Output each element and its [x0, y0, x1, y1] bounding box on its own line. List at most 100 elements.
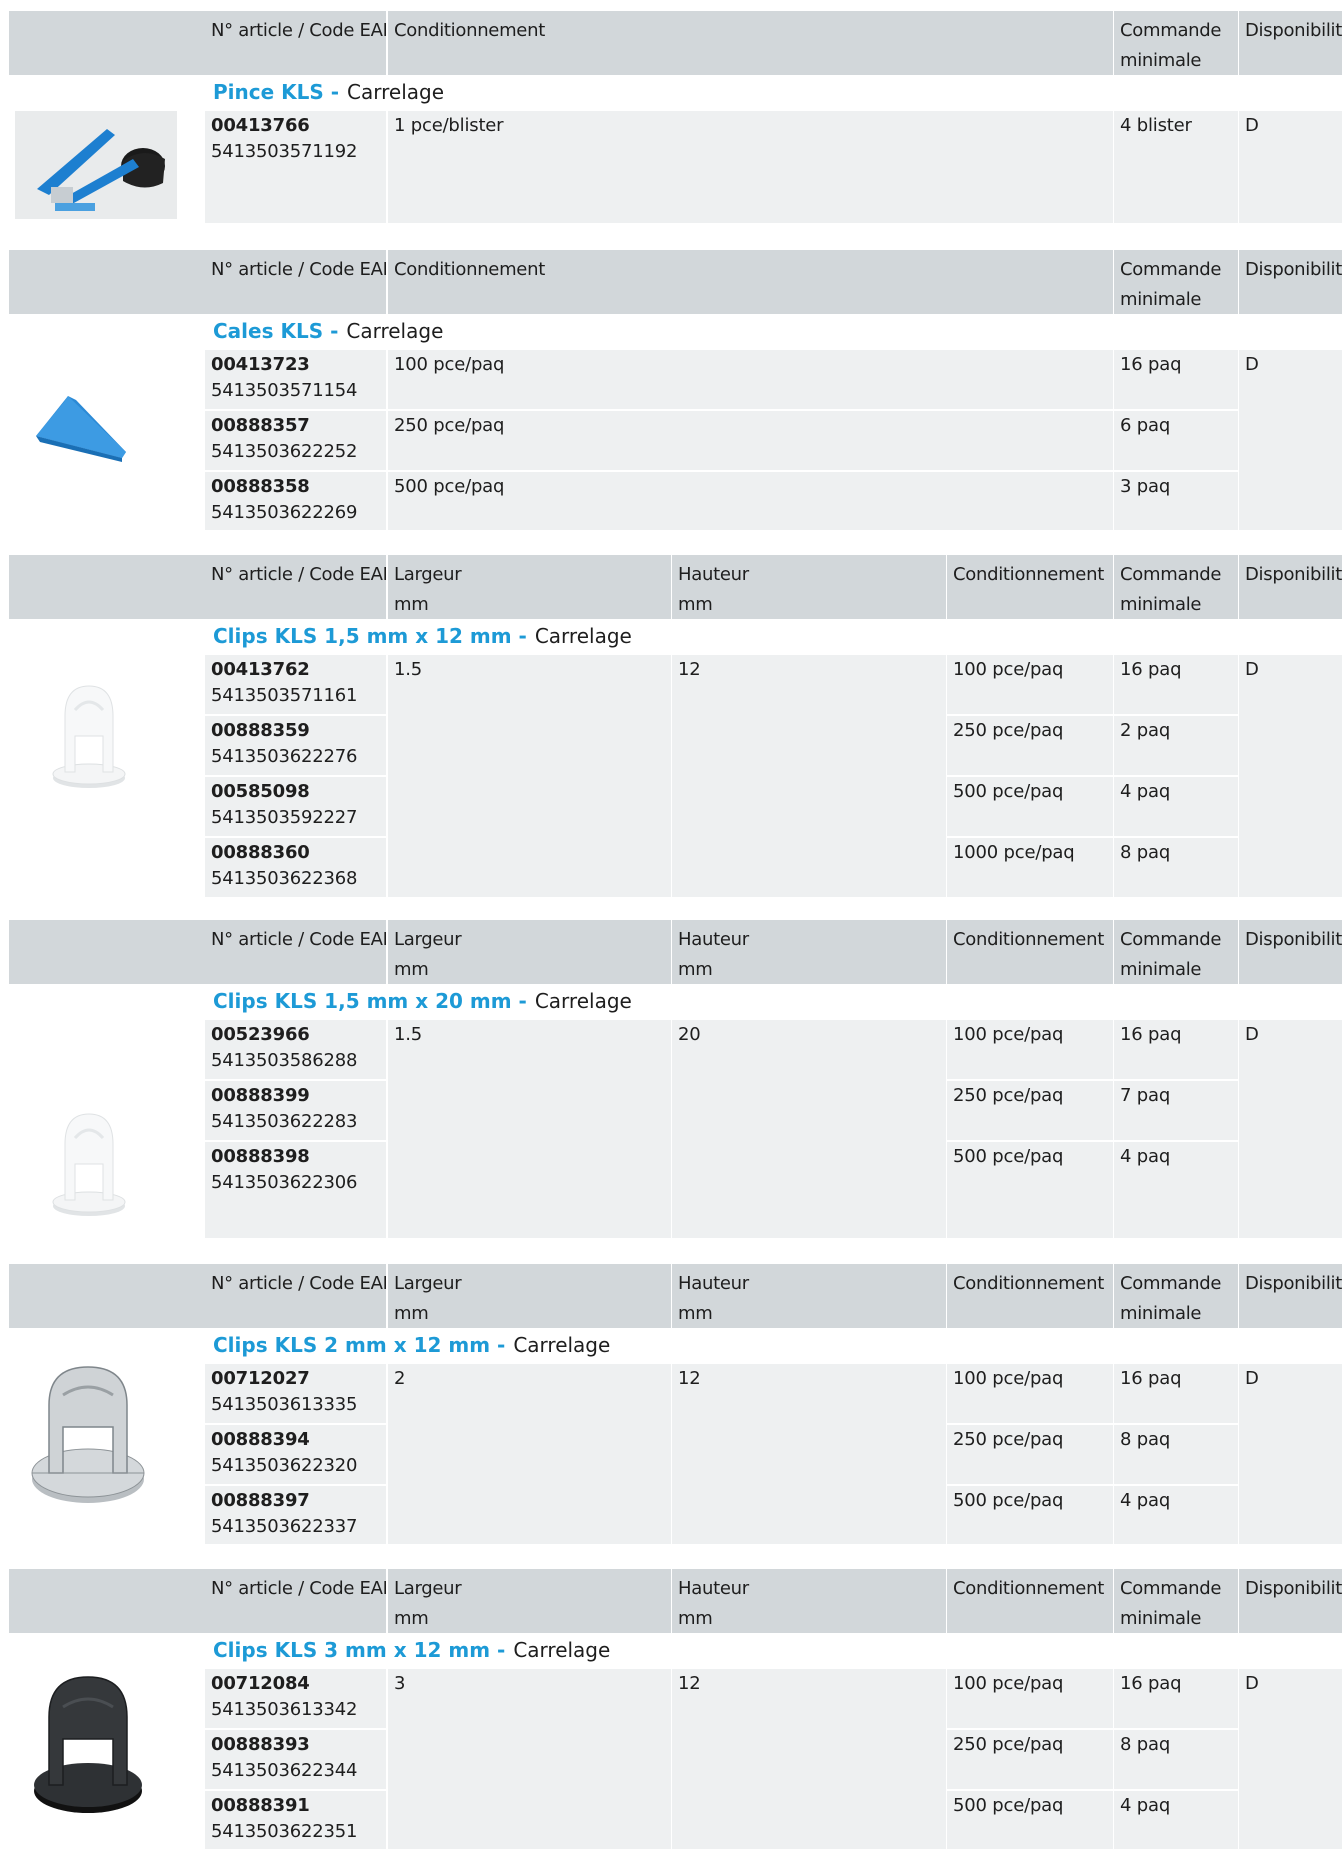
header-availability: Disponibilité	[1239, 1569, 1342, 1633]
product-name: Pince KLS -	[213, 80, 340, 104]
header-min-order: Commande minimale	[1114, 250, 1238, 314]
width-cell: 1.5	[388, 655, 671, 897]
product-category: Carrelage	[347, 80, 445, 104]
header-height: Hauteur mm	[672, 920, 946, 984]
header-packaging: Conditionnement	[947, 920, 1113, 984]
white-clip-icon	[51, 680, 127, 790]
packaging-cell: 1000 pce/paq	[947, 838, 1113, 897]
header-band-left	[9, 920, 205, 984]
product-catalog: N° article / Code EAN Conditionnement Comm…	[0, 0, 1342, 1849]
header-band-left	[9, 250, 205, 314]
header-packaging: Conditionnement	[388, 11, 1113, 75]
ean-code: 5413503613342	[211, 1699, 358, 1720]
article-number: 00413762	[211, 659, 310, 680]
product-title: Cales KLS - Carrelage	[213, 314, 443, 348]
min-order-cell: 16 paq	[1114, 1669, 1238, 1728]
ean-code: 5413503622337	[211, 1516, 358, 1537]
header-min-order: Commande minimale	[1114, 555, 1238, 619]
article-number: 00523966	[211, 1024, 310, 1045]
width-cell: 3	[388, 1669, 671, 1849]
packaging-cell: 100 pce/paq	[947, 1669, 1113, 1728]
height-cell: 12	[672, 655, 946, 897]
blue-wedge-icon	[30, 392, 130, 472]
ean-code: 5413503622368	[211, 868, 358, 889]
min-order-cell: 4 paq	[1114, 1142, 1238, 1238]
min-order-cell: 8 paq	[1114, 838, 1238, 897]
ean-code: 5413503586288	[211, 1050, 358, 1071]
ean-code: 5413503622269	[211, 502, 358, 523]
packaging-cell: 100 pce/paq	[947, 1364, 1113, 1423]
product-category: Carrelage	[513, 1638, 611, 1662]
article-code-cell: 00888360 5413503622368	[205, 838, 386, 897]
width-cell: 1.5	[388, 1020, 671, 1238]
article-code-cell: 00712027 5413503613335	[205, 1364, 386, 1423]
article-code-cell: 00888399 5413503622283	[205, 1081, 386, 1140]
min-order-cell: 4 paq	[1114, 1486, 1238, 1544]
height-cell: 12	[672, 1669, 946, 1849]
product-name: Clips KLS 1,5 mm x 20 mm -	[213, 989, 527, 1013]
article-code-cell: 00413723 5413503571154	[205, 350, 386, 409]
product-title: Clips KLS 1,5 mm x 20 mm - Carrelage	[213, 984, 632, 1018]
header-min-order: Commande minimale	[1114, 920, 1238, 984]
ean-code: 5413503622306	[211, 1172, 358, 1193]
article-number: 00888394	[211, 1429, 310, 1450]
min-order-cell: 8 paq	[1114, 1730, 1238, 1789]
tile-leveling-pliers-icon	[15, 111, 177, 219]
min-order-cell: 7 paq	[1114, 1081, 1238, 1140]
article-code-cell: 00888393 5413503622344	[205, 1730, 386, 1789]
header-height: Hauteur mm	[672, 1569, 946, 1633]
header-article-code: N° article / Code EAN	[205, 920, 386, 984]
article-number: 00585098	[211, 781, 310, 802]
ean-code: 5413503622320	[211, 1455, 358, 1476]
min-order-cell: 16 paq	[1114, 1020, 1238, 1079]
product-title: Pince KLS - Carrelage	[213, 75, 444, 109]
product-category: Carrelage	[534, 624, 632, 648]
header-article-code: N° article / Code EAN	[205, 11, 386, 75]
article-number: 00888391	[211, 1795, 310, 1816]
header-availability: Disponibilité	[1239, 1264, 1342, 1328]
article-number: 00888359	[211, 720, 310, 741]
header-packaging: Conditionnement	[947, 555, 1113, 619]
article-code-cell: 00888358 5413503622269	[205, 472, 386, 530]
ean-code: 5413503571161	[211, 685, 358, 706]
packaging-cell: 500 pce/paq	[947, 1791, 1113, 1849]
header-availability: Disponibilité	[1239, 250, 1342, 314]
width-cell: 2	[388, 1364, 671, 1544]
min-order-cell: 3 paq	[1114, 472, 1238, 530]
header-packaging: Conditionnement	[947, 1264, 1113, 1328]
header-height: Hauteur mm	[672, 555, 946, 619]
packaging-cell: 100 pce/paq	[947, 1020, 1113, 1079]
article-number: 00712027	[211, 1368, 310, 1389]
header-band-left	[9, 1264, 205, 1328]
header-min-order: Commande minimale	[1114, 1569, 1238, 1633]
article-code-cell: 00413766 5413503571192	[205, 111, 386, 223]
header-min-order: Commande minimale	[1114, 11, 1238, 75]
header-width: Largeur mm	[388, 555, 671, 619]
article-number: 00888398	[211, 1146, 310, 1167]
min-order-cell: 4 blister	[1114, 111, 1238, 223]
ean-code: 5413503571154	[211, 380, 358, 401]
min-order-cell: 16 paq	[1114, 350, 1238, 409]
packaging-cell: 100 pce/paq	[388, 350, 1113, 409]
header-width: Largeur mm	[388, 1569, 671, 1633]
ean-code: 5413503622276	[211, 746, 358, 767]
article-code-cell: 00712084 5413503613342	[205, 1669, 386, 1728]
ean-code: 5413503613335	[211, 1394, 358, 1415]
packaging-cell: 1 pce/blister	[388, 111, 1113, 223]
article-number: 00888360	[211, 842, 310, 863]
article-code-cell: 00888359 5413503622276	[205, 716, 386, 775]
product-name: Clips KLS 2 mm x 12 mm -	[213, 1333, 506, 1357]
header-article-code: N° article / Code EAN	[205, 1264, 386, 1328]
min-order-cell: 8 paq	[1114, 1425, 1238, 1484]
article-code-cell: 00585098 5413503592227	[205, 777, 386, 836]
header-min-order: Commande minimale	[1114, 1264, 1238, 1328]
header-width: Largeur mm	[388, 1264, 671, 1328]
product-title: Clips KLS 2 mm x 12 mm - Carrelage	[213, 1328, 610, 1362]
height-cell: 12	[672, 1364, 946, 1544]
product-title: Clips KLS 3 mm x 12 mm - Carrelage	[213, 1633, 610, 1667]
product-category: Carrelage	[534, 989, 632, 1013]
article-number: 00888358	[211, 476, 310, 497]
header-band-left	[9, 1569, 205, 1633]
availability-cell: D	[1239, 1364, 1342, 1544]
header-band-left	[9, 555, 205, 619]
